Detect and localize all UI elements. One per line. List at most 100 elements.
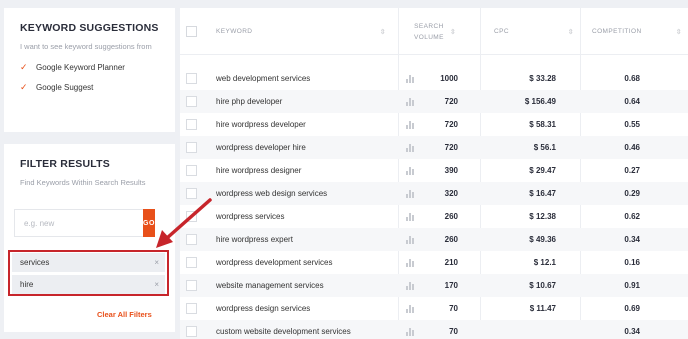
bar-chart-icon[interactable] xyxy=(406,259,415,267)
cpc-cell xyxy=(480,320,556,339)
header-volume-line2: VOLUME xyxy=(414,33,444,41)
cpc-cell: $ 12.38 xyxy=(529,212,556,221)
row-checkbox[interactable] xyxy=(186,234,197,245)
search-volume-cell: 390 xyxy=(444,166,458,175)
competition-cell: 0.64 xyxy=(624,97,640,106)
row-checkbox[interactable] xyxy=(186,165,197,176)
filter-results-description: Find Keywords Within Search Results xyxy=(20,178,146,187)
table-row[interactable]: wordpress development services 210 $ 12.1 0… xyxy=(180,251,688,274)
table-row[interactable]: wordpress design services 70 $ 11.47 0.69 xyxy=(180,297,688,320)
header-search-volume[interactable]: SEARCH VOLUME ⇳ xyxy=(414,8,474,55)
bar-chart-icon[interactable] xyxy=(406,190,415,198)
table-row[interactable]: hire wordpress expert 260 $ 49.36 0.34 xyxy=(180,228,688,251)
bar-chart-icon[interactable] xyxy=(406,328,415,336)
header-competition[interactable]: COMPETITION ⇳ xyxy=(592,8,682,55)
table-row[interactable]: hire wordpress designer 390 $ 29.47 0.27 xyxy=(180,159,688,182)
row-checkbox[interactable] xyxy=(186,73,197,84)
sort-icon: ⇳ xyxy=(449,28,457,36)
keyword-cell: website management services xyxy=(216,281,324,290)
row-checkbox[interactable] xyxy=(186,326,197,337)
table-row[interactable]: wordpress web design services 320 $ 16.47 0… xyxy=(180,182,688,205)
keyword-cell: wordpress development services xyxy=(216,258,333,267)
option-google-keyword-planner[interactable]: ✓ Google Keyword Planner xyxy=(20,62,175,73)
keyword-suggestions-heading: KEYWORD SUGGESTIONS xyxy=(20,22,159,34)
row-checkbox[interactable] xyxy=(186,211,197,222)
option-label: Google Keyword Planner xyxy=(36,63,125,72)
go-button[interactable]: GO xyxy=(143,209,155,237)
option-label: Google Suggest xyxy=(36,83,94,92)
header-competition-label: COMPETITION xyxy=(592,28,642,35)
sort-icon: ⇳ xyxy=(675,28,682,36)
filter-input[interactable] xyxy=(14,209,143,237)
clear-all-filters-link[interactable]: Clear All Filters xyxy=(97,310,152,319)
table-row[interactable]: hire php developer 720 $ 156.49 0.64 xyxy=(180,90,688,113)
table-row[interactable]: wordpress developer hire 720 $ 56.1 0.46 xyxy=(180,136,688,159)
search-volume-cell: 210 xyxy=(444,258,458,267)
header-volume-line1: SEARCH xyxy=(414,22,444,30)
search-volume-cell: 720 xyxy=(444,97,458,106)
table-row[interactable]: custom website development services 70 0.3… xyxy=(180,320,688,339)
search-volume-cell: 70 xyxy=(449,304,458,313)
search-volume-cell: 720 xyxy=(444,143,458,152)
filter-tag-hire: hire × xyxy=(12,275,165,294)
remove-filter-icon[interactable]: × xyxy=(154,280,159,289)
cpc-cell: $ 49.36 xyxy=(529,235,556,244)
cpc-cell: $ 29.47 xyxy=(529,166,556,175)
keyword-cell: hire wordpress developer xyxy=(216,120,306,129)
keywords-table: KEYWORD ⇳ SEARCH VOLUME ⇳ CPC ⇳ COMPETIT… xyxy=(180,8,688,339)
table-row[interactable]: web development services 1000 $ 33.28 0.68 xyxy=(180,67,688,90)
row-checkbox[interactable] xyxy=(186,257,197,268)
keyword-cell: wordpress design services xyxy=(216,304,311,313)
header-keyword[interactable]: KEYWORD ⇳ xyxy=(216,8,386,55)
search-volume-cell: 260 xyxy=(444,235,458,244)
table-row[interactable]: hire wordpress developer 720 $ 58.31 0.55 xyxy=(180,113,688,136)
bar-chart-icon[interactable] xyxy=(406,167,415,175)
cpc-cell: $ 33.28 xyxy=(529,74,556,83)
bar-chart-icon[interactable] xyxy=(406,213,415,221)
cpc-cell: $ 11.47 xyxy=(529,304,556,313)
bar-chart-icon[interactable] xyxy=(406,75,415,83)
keyword-suggestions-description: I want to see keyword suggestions from xyxy=(20,42,152,51)
keyword-cell: wordpress services xyxy=(216,212,285,221)
row-checkbox[interactable] xyxy=(186,303,197,314)
filter-search-row: GO xyxy=(14,209,155,237)
bar-chart-icon[interactable] xyxy=(406,121,415,129)
header-cpc-label: CPC xyxy=(494,28,509,35)
row-checkbox[interactable] xyxy=(186,96,197,107)
sort-icon: ⇳ xyxy=(567,28,574,36)
bar-chart-icon[interactable] xyxy=(406,236,415,244)
bar-chart-icon[interactable] xyxy=(406,144,415,152)
option-google-suggest[interactable]: ✓ Google Suggest xyxy=(20,82,175,93)
keyword-cell: web development services xyxy=(216,74,311,83)
keyword-cell: wordpress developer hire xyxy=(216,143,306,152)
cpc-cell: $ 156.49 xyxy=(524,97,556,106)
check-icon: ✓ xyxy=(20,62,28,72)
header-cpc[interactable]: CPC ⇳ xyxy=(494,8,574,55)
row-checkbox[interactable] xyxy=(186,280,197,291)
bar-chart-icon[interactable] xyxy=(406,98,415,106)
keyword-cell: hire wordpress expert xyxy=(216,235,293,244)
row-checkbox[interactable] xyxy=(186,119,197,130)
select-all-checkbox[interactable] xyxy=(186,26,197,37)
table-row[interactable]: website management services 170 $ 10.67 0.9… xyxy=(180,274,688,297)
remove-filter-icon[interactable]: × xyxy=(154,258,159,267)
sort-icon: ⇳ xyxy=(379,28,386,36)
row-checkbox[interactable] xyxy=(186,142,197,153)
cpc-cell: $ 56.1 xyxy=(533,143,556,152)
filter-results-heading: FILTER RESULTS xyxy=(20,158,110,170)
bar-chart-icon[interactable] xyxy=(406,305,415,313)
search-volume-cell: 320 xyxy=(444,189,458,198)
cpc-cell: $ 58.31 xyxy=(529,120,556,129)
competition-cell: 0.27 xyxy=(624,166,640,175)
competition-cell: 0.62 xyxy=(624,212,640,221)
table-row[interactable]: wordpress services 260 $ 12.38 0.62 xyxy=(180,205,688,228)
bar-chart-icon[interactable] xyxy=(406,282,415,290)
keyword-cell: hire php developer xyxy=(216,97,283,106)
competition-cell: 0.34 xyxy=(624,235,640,244)
filter-results-card: FILTER RESULTS Find Keywords Within Sear… xyxy=(4,144,175,332)
search-volume-cell: 720 xyxy=(444,120,458,129)
competition-cell: 0.46 xyxy=(624,143,640,152)
search-volume-cell: 260 xyxy=(444,212,458,221)
table-header: KEYWORD ⇳ SEARCH VOLUME ⇳ CPC ⇳ COMPETIT… xyxy=(180,8,688,55)
row-checkbox[interactable] xyxy=(186,188,197,199)
